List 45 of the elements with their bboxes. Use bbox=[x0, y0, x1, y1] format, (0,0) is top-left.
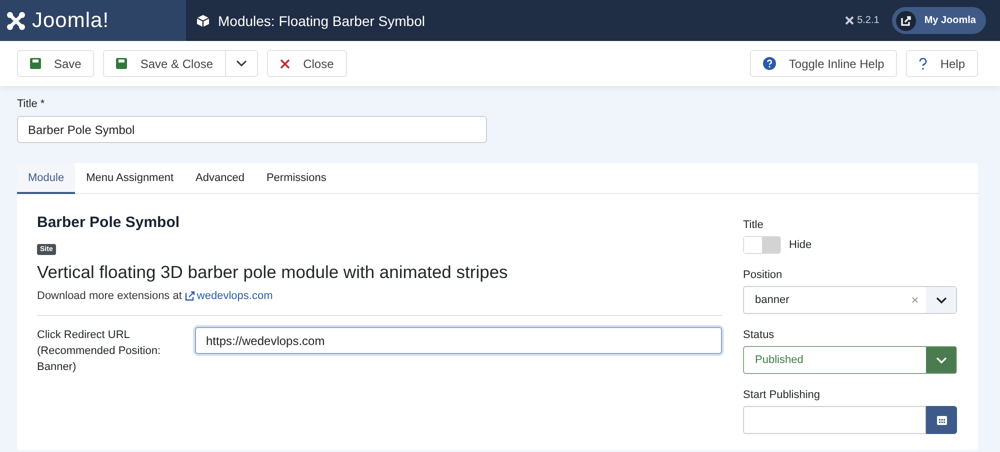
module-name: Barber Pole Symbol bbox=[37, 214, 181, 231]
my-joomla-button[interactable]: My Joomla bbox=[892, 7, 986, 34]
help-button[interactable]: Help bbox=[906, 50, 978, 77]
tab[interactable]: Advanced bbox=[184, 163, 256, 194]
chevron-down-icon bbox=[936, 296, 946, 304]
question-icon bbox=[919, 58, 928, 70]
tab[interactable]: Menu Assignment bbox=[75, 163, 185, 194]
tab[interactable]: Permissions bbox=[255, 163, 338, 194]
close-icon bbox=[280, 58, 290, 68]
brand-name: Joomla! bbox=[32, 8, 110, 32]
chevron-down-icon bbox=[936, 356, 946, 364]
download-link[interactable]: wedevlops.com bbox=[184, 290, 273, 302]
field-label: Status bbox=[743, 329, 776, 341]
dropdown-button[interactable] bbox=[226, 50, 258, 77]
field-label: Position bbox=[743, 269, 784, 281]
save-icon bbox=[30, 58, 41, 69]
help-circle-icon bbox=[762, 57, 776, 70]
external-link-icon bbox=[184, 291, 195, 301]
module-description: Vertical floating 3D barber pole module with animated stripes bbox=[37, 262, 509, 283]
position-select[interactable]: banner bbox=[743, 286, 957, 314]
toggle-switch[interactable] bbox=[743, 236, 781, 254]
save-button[interactable]: Save bbox=[17, 50, 94, 77]
field-label: Start Publishing bbox=[743, 389, 822, 401]
url-field[interactable]: https://wedevlops.com bbox=[195, 327, 722, 354]
field-label: Click Redirect URL (Recommended Position: Banner) bbox=[37, 328, 162, 375]
tab[interactable]: Module bbox=[17, 163, 76, 194]
save-icon bbox=[116, 58, 128, 69]
chevron-down-icon bbox=[236, 60, 248, 67]
version-label: 5.2.1 bbox=[857, 15, 880, 26]
save-close-button[interactable]: Save & Close bbox=[103, 50, 226, 77]
title-field[interactable]: Barber Pole Symbol bbox=[17, 116, 487, 143]
toggle-label: Hide bbox=[789, 239, 812, 251]
external-link-icon bbox=[896, 10, 916, 30]
page-title: Modules: Floating Barber Symbol bbox=[218, 12, 425, 28]
calendar-button[interactable] bbox=[926, 406, 957, 434]
date-field[interactable] bbox=[743, 406, 926, 434]
download-text: Download more extensions at bbox=[37, 290, 182, 302]
field-label: Title bbox=[743, 219, 764, 231]
inline-help-button[interactable]: Toggle Inline Help bbox=[750, 50, 898, 77]
status-select[interactable]: Published bbox=[743, 346, 957, 374]
cube-icon bbox=[196, 14, 210, 28]
close-button[interactable]: Close bbox=[267, 50, 347, 77]
calendar-icon bbox=[936, 415, 946, 425]
field-label: Title * bbox=[17, 98, 46, 110]
clear-icon bbox=[912, 297, 918, 303]
